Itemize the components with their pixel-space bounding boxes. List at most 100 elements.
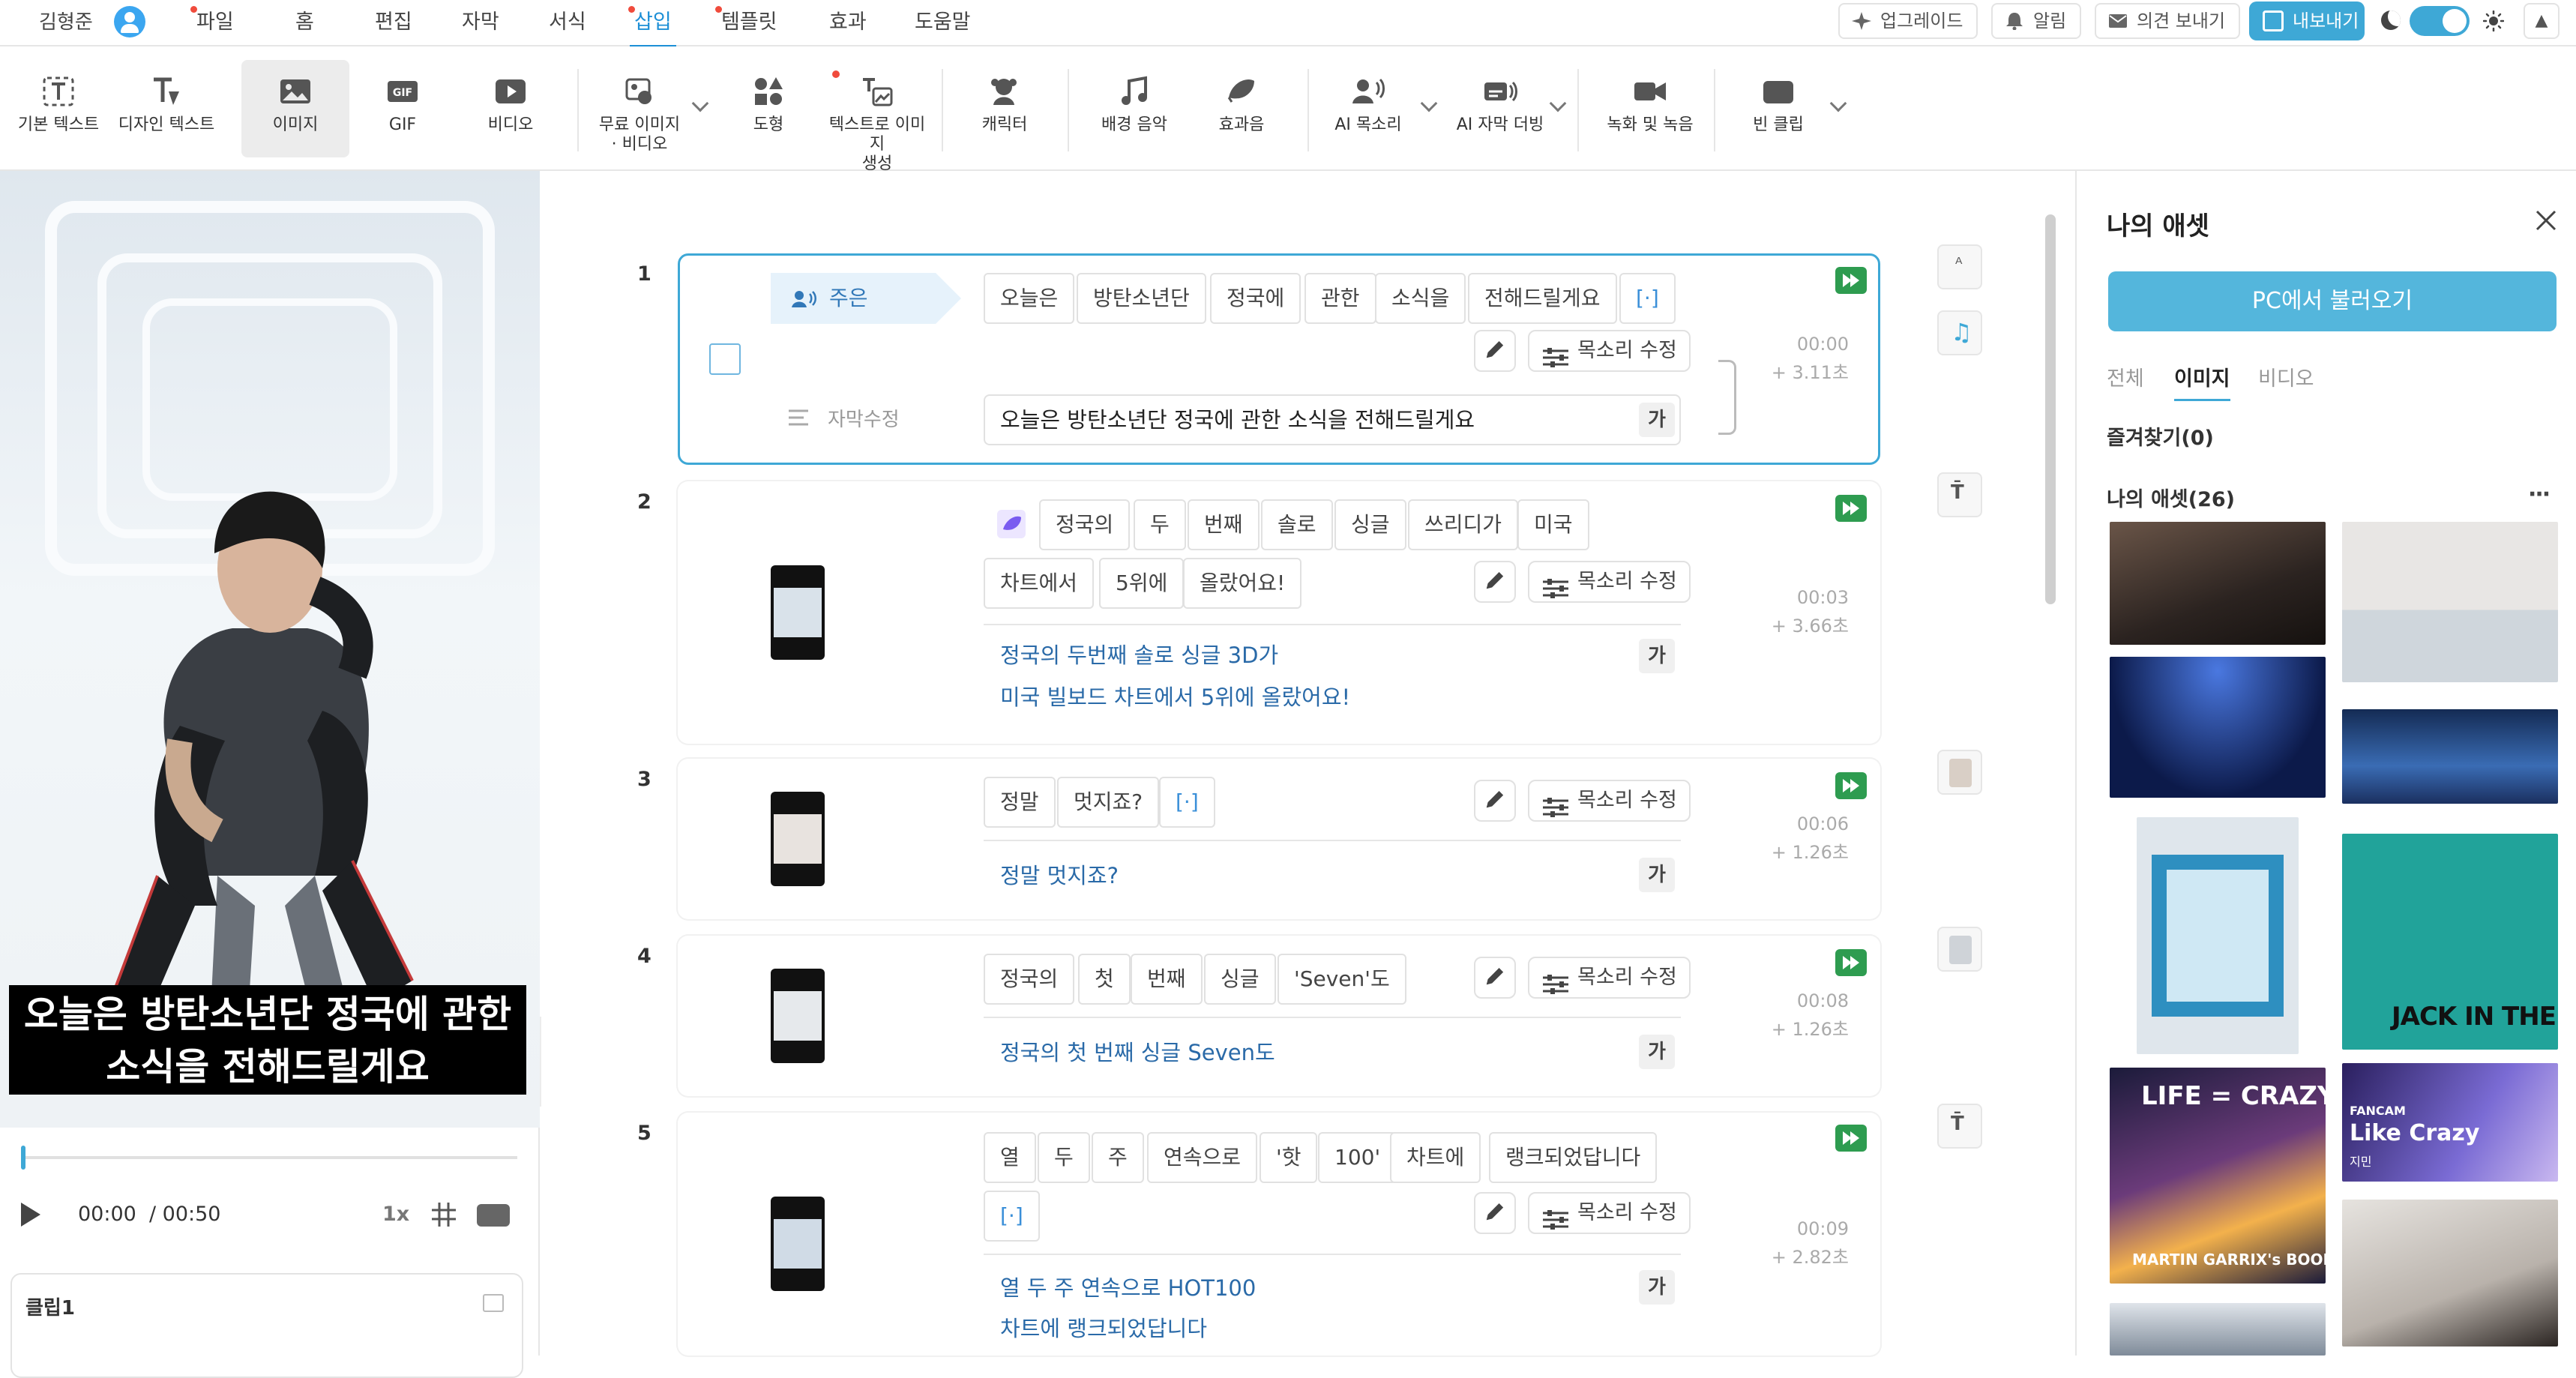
font-style-button[interactable]: 가	[1639, 403, 1675, 437]
word-chip[interactable]: 소식을	[1375, 273, 1466, 324]
tool-ai-voice[interactable]: AI 목소리	[1321, 60, 1415, 157]
music-note-icon[interactable]: ♫	[1937, 310, 1982, 355]
tool-image[interactable]: 이미지	[241, 60, 349, 157]
subtitle-text[interactable]: 정국의 첫 번째 싱글 Seven도	[1000, 1038, 1275, 1068]
tool-bgm[interactable]: 배경 음악	[1084, 60, 1185, 157]
word-chip[interactable]: 연속으로	[1147, 1132, 1258, 1183]
pause-chip[interactable]: [·]	[1619, 273, 1676, 324]
user-name[interactable]: 김형준	[39, 7, 93, 37]
menu-help[interactable]: 도움말	[915, 7, 971, 37]
word-chip[interactable]: 차트에	[1390, 1132, 1481, 1183]
word-chip[interactable]: 5위에	[1099, 558, 1185, 609]
word-chip[interactable]: 100'	[1318, 1132, 1397, 1183]
word-chip[interactable]: 방탄소년단	[1077, 273, 1206, 324]
edit-button[interactable]	[1474, 561, 1516, 603]
edit-button[interactable]	[1474, 1192, 1516, 1234]
word-chip[interactable]: 두	[1134, 499, 1186, 550]
play-scene-icon[interactable]	[1835, 495, 1867, 522]
scene-thumbnail[interactable]	[771, 792, 825, 886]
edit-button[interactable]	[1474, 780, 1516, 822]
word-chip[interactable]: 번째	[1131, 954, 1203, 1005]
word-chip[interactable]: 정국에	[1210, 273, 1301, 324]
word-chip[interactable]: '핫	[1260, 1132, 1318, 1183]
tool-text-to-image[interactable]: 텍스트로 이미지 생성	[822, 60, 933, 173]
menu-effect[interactable]: 효과	[829, 7, 867, 37]
tool-ai-dubbing[interactable]: AI 자막 더빙	[1448, 60, 1552, 157]
text-overlay-icon[interactable]: T̄	[1937, 1104, 1982, 1149]
tool-video[interactable]: 비디오	[465, 60, 556, 157]
word-chip[interactable]: 정국의	[1039, 499, 1131, 550]
tool-blank-clip[interactable]: 빈 클립	[1729, 60, 1828, 157]
menu-format[interactable]: 서식	[549, 7, 586, 37]
word-chip[interactable]: 정국의	[984, 954, 1075, 1005]
tool-design-text[interactable]: 디자인 텍스트	[117, 60, 216, 157]
collapse-up-button[interactable]: ▲	[2524, 3, 2560, 39]
scrollbar[interactable]	[2045, 214, 2056, 604]
subtitle-text[interactable]: 정말 멋지죠?	[1000, 861, 1119, 891]
tool-character[interactable]: 캐릭터	[957, 60, 1053, 157]
voice-edit-button[interactable]: 목소리 수정	[1528, 561, 1691, 603]
upgrade-button[interactable]: 업그레이드	[1838, 3, 1978, 39]
word-chip[interactable]: 정말	[984, 777, 1056, 828]
menu-subtitle[interactable]: 자막	[462, 7, 499, 37]
video-preview[interactable]: 오늘은 방탄소년단 정국에 관한 소식을 전해드릴게요	[0, 171, 540, 1128]
asset-thumbnail[interactable]	[2342, 1200, 2558, 1347]
more-icon[interactable]: ···	[2528, 481, 2551, 508]
avatar[interactable]	[114, 6, 145, 37]
subtitle-text[interactable]: 오늘은 방탄소년단 정국에 관한 소식을 전해드릴게요	[1000, 405, 1475, 435]
play-scene-icon[interactable]	[1835, 267, 1867, 294]
word-chip[interactable]: 싱글	[1334, 499, 1406, 550]
word-chip[interactable]: 'Seven'도	[1278, 954, 1406, 1005]
scene-thumbnail[interactable]	[771, 969, 825, 1063]
open-external-icon[interactable]	[483, 1294, 504, 1312]
word-chip[interactable]: 오늘은	[984, 273, 1075, 324]
asset-thumbnail[interactable]	[2110, 1303, 2326, 1356]
theme-toggle[interactable]	[2410, 6, 2470, 36]
word-chip[interactable]: 열	[984, 1132, 1036, 1183]
word-chip[interactable]: 관한	[1304, 273, 1376, 324]
pause-chip[interactable]: [·]	[1159, 777, 1215, 828]
chevron-down-icon[interactable]	[1549, 94, 1567, 112]
word-chip[interactable]: 차트에서	[984, 558, 1095, 609]
tab-video[interactable]: 비디오	[2258, 364, 2314, 394]
word-chip[interactable]: 멋지죠?	[1057, 777, 1160, 828]
voice-edit-button[interactable]: 목소리 수정	[1528, 780, 1691, 822]
play-scene-icon[interactable]	[1835, 949, 1867, 976]
tool-free-media[interactable]: 무료 이미지 · 비디오	[592, 60, 687, 157]
chevron-down-icon[interactable]	[691, 94, 709, 112]
grid-icon[interactable]	[430, 1201, 457, 1228]
word-chip[interactable]: 첫	[1078, 954, 1131, 1005]
asset-thumbnail[interactable]	[2110, 522, 2326, 645]
close-icon[interactable]	[2534, 208, 2558, 232]
asset-thumbnail[interactable]	[2137, 817, 2299, 1054]
word-chip[interactable]: 주	[1092, 1132, 1144, 1183]
scene-thumbnail[interactable]	[771, 1197, 825, 1291]
menu-edit[interactable]: 편집	[375, 7, 412, 37]
subtitle-text[interactable]: 열 두 주 연속으로 HOT100	[1000, 1273, 1256, 1303]
font-style-button[interactable]: 가	[1639, 858, 1675, 892]
speaker-tag[interactable]: 주은	[771, 273, 961, 324]
word-chip[interactable]: 올랐어요!	[1183, 558, 1302, 609]
word-chip[interactable]: 쓰리디가	[1408, 499, 1519, 550]
edit-button[interactable]	[1474, 330, 1516, 372]
menu-home[interactable]: 홈	[295, 7, 314, 37]
text-overlay-icon[interactable]: T̄	[1937, 472, 1982, 517]
timeline-scrubber[interactable]	[21, 1146, 517, 1170]
menu-file[interactable]: 파일	[190, 6, 234, 37]
scene-thumbnail[interactable]	[771, 565, 825, 660]
feedback-button[interactable]: 의견 보내기	[2095, 3, 2241, 39]
asset-thumbnail[interactable]: JACK IN THE BOX	[2342, 834, 2558, 1050]
word-chip[interactable]: 두	[1038, 1132, 1090, 1183]
tool-basic-text[interactable]: 기본 텍스트	[9, 60, 108, 157]
asset-thumbnail[interactable]	[2342, 709, 2558, 804]
playhead[interactable]	[21, 1146, 25, 1170]
export-button[interactable]: 내보내기	[2249, 1, 2365, 40]
font-style-button[interactable]: 가	[1639, 1270, 1675, 1305]
asset-thumbnail[interactable]: FANCAM Like Crazy 지민	[2342, 1063, 2558, 1182]
playback-speed[interactable]: 1x	[382, 1201, 409, 1228]
load-from-pc-button[interactable]: PC에서 불러오기	[2108, 271, 2557, 331]
play-scene-icon[interactable]	[1835, 772, 1867, 799]
chevron-down-icon[interactable]	[1829, 94, 1847, 112]
menu-template[interactable]: 템플릿	[715, 6, 777, 37]
word-chip[interactable]: 미국	[1517, 499, 1589, 550]
